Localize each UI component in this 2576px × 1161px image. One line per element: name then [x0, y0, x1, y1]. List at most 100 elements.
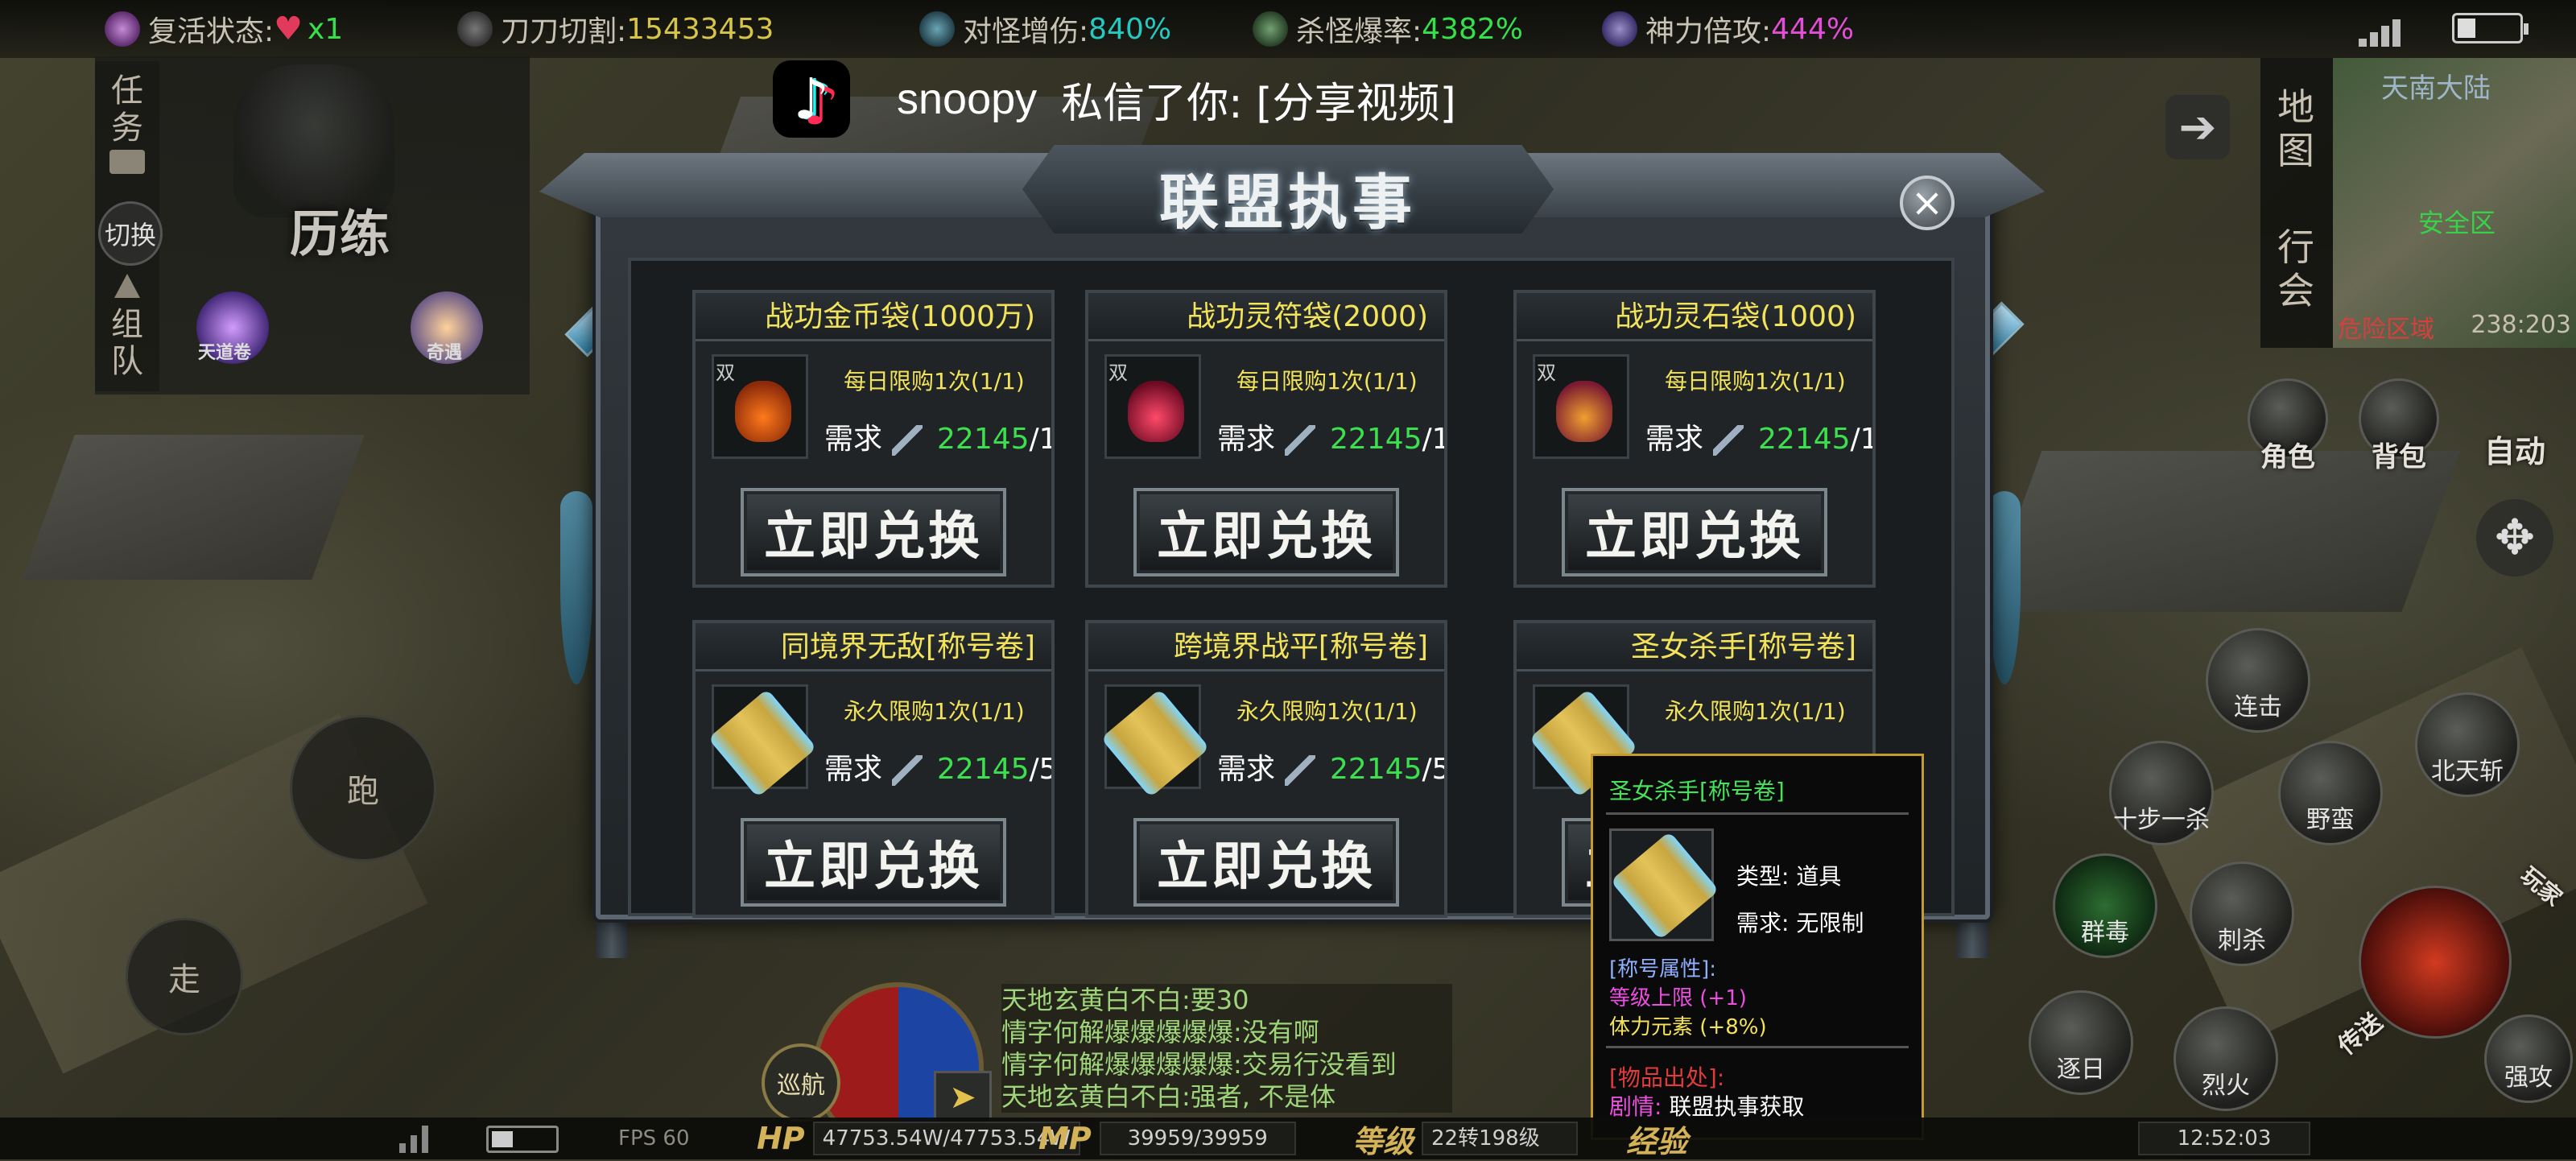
requirement: 需求22145/5000: [1217, 753, 1444, 786]
tooltip-source-header: [物品出处]:: [1609, 1064, 1725, 1091]
purchase-limit: 永久限购1次(1/1): [844, 698, 1025, 725]
card-title: 战功灵符袋(2000): [1088, 293, 1444, 341]
merit-icon: [1285, 425, 1316, 456]
map-button[interactable]: 地图: [2272, 85, 2320, 172]
skill-shibu[interactable]: 十步一杀: [2109, 741, 2214, 845]
scythe-icon: [1253, 11, 1288, 47]
title-scroll-icon: [708, 684, 817, 798]
chat-line: 情字何解爆爆爆爆爆:没有啊: [1001, 1016, 1452, 1048]
exchange-card: 战功金币袋(1000万) 双 每日限购1次(1/1) 需求22145/10 立即…: [692, 290, 1055, 588]
merit-icon: [1713, 425, 1744, 456]
tooltip-requirement: 需求: 无限制: [1736, 910, 1864, 936]
heart-icon: ♥: [274, 10, 303, 48]
switch-button[interactable]: 切换: [98, 201, 163, 266]
skill-zhuri[interactable]: 逐日: [2029, 990, 2133, 1095]
auto-button[interactable]: 自动: [2484, 427, 2545, 471]
battery-icon: [486, 1126, 559, 1153]
requirement: 需求22145/10: [824, 423, 1051, 456]
exchange-button[interactable]: 立即兑换: [741, 488, 1006, 576]
spirit-stone-bag-icon: 双: [1533, 354, 1629, 459]
dragon-icon: [1602, 11, 1637, 47]
run-button[interactable]: 跑: [290, 715, 436, 861]
expand-arrow-button[interactable]: ➔: [2165, 95, 2230, 159]
skill-yeman[interactable]: 野蛮: [2278, 741, 2383, 845]
purchase-limit: 永久限购1次(1/1): [1665, 698, 1846, 725]
exchange-card: 跨境界战平[称号卷] 永久限购1次(1/1) 需求22145/5000 立即兑换: [1085, 620, 1447, 918]
purchase-limit: 永久限购1次(1/1): [1236, 698, 1418, 725]
card-title: 战功金币袋(1000万): [696, 293, 1051, 341]
skill-cisha[interactable]: 刺杀: [2190, 861, 2294, 966]
patrol-button[interactable]: 巡航: [762, 1043, 840, 1122]
exchange-button[interactable]: 立即兑换: [1562, 488, 1827, 576]
clock: 12:52:03: [2138, 1119, 2310, 1158]
merit-icon: [892, 425, 923, 456]
exchange-button[interactable]: 立即兑换: [1133, 818, 1399, 907]
walk-button[interactable]: 走: [126, 918, 243, 1035]
tooltip-attr: 等级上限 (+1): [1609, 986, 1747, 1010]
lotus-icon: [105, 11, 140, 47]
exchange-card: 战功灵石袋(1000) 双 每日限购1次(1/1) 需求22145/100 立即…: [1513, 290, 1876, 588]
guild-button[interactable]: 行会: [2272, 225, 2320, 312]
chat-line: 情字何解爆爆爆爆爆:交易行没看到: [1001, 1048, 1452, 1080]
requirement: 需求22145/100: [1217, 423, 1444, 456]
minimap[interactable]: 天南大陆 安全区 危险区域 238:203: [2333, 58, 2576, 348]
scroll-icon: [109, 150, 145, 174]
title-scroll-icon: [1100, 684, 1210, 798]
card-title: 同境界无敌[称号卷]: [696, 623, 1051, 671]
skill-liehuo[interactable]: 烈火: [2174, 1006, 2278, 1111]
tooltip-attr-header: [称号属性]:: [1609, 957, 1717, 981]
tooltip-attr: 体力元素 (+8%): [1609, 1015, 1767, 1039]
purchase-limit: 每日限购1次(1/1): [1665, 368, 1846, 395]
damage-status: 对怪增伤: 840%: [919, 8, 1171, 50]
sword-icon: [457, 11, 493, 47]
divine-status: 神力倍攻: 444%: [1602, 8, 1854, 50]
talisman-bag-icon: 双: [1104, 354, 1201, 459]
send-arrow-icon[interactable]: ➤: [934, 1071, 992, 1124]
exchange-button[interactable]: 立即兑换: [741, 818, 1006, 907]
skill-beitian[interactable]: 北天斩: [2415, 692, 2520, 797]
skill-lianji[interactable]: 连击: [2206, 628, 2310, 733]
chat-line: 天地玄黄白不白:要30: [1001, 984, 1452, 1016]
crosshair-icon[interactable]: ✥: [2476, 499, 2553, 576]
notification-user: snoopy: [897, 75, 1038, 123]
training-banner: 历练: [290, 205, 390, 263]
tooltip-item-name: 圣女杀手[称号卷]: [1609, 778, 1785, 804]
exp-display: 经验: [1626, 1123, 1688, 1159]
requirement: 需求22145/50: [824, 753, 1051, 786]
tab-quest[interactable]: 任务: [95, 72, 159, 147]
skill-qianggong[interactable]: 强攻: [2484, 1014, 2573, 1103]
exchange-card: 同境界无敌[称号卷] 永久限购1次(1/1) 需求22145/50 立即兑换: [692, 620, 1055, 918]
tassel-right: [1988, 491, 2021, 684]
card-title: 战功灵石袋(1000): [1517, 293, 1872, 341]
exchange-card: 战功灵符袋(2000) 双 每日限购1次(1/1) 需求22145/100 立即…: [1085, 290, 1447, 588]
mp-display: MP 39959/39959: [1038, 1119, 1296, 1158]
revive-status: 复活状态: ♥ x1: [105, 8, 343, 50]
signal-icon: [2359, 14, 2410, 47]
tooltip-type: 类型: 道具: [1736, 863, 1842, 890]
team-icon: [114, 274, 140, 298]
dm-notification[interactable]: ♪ snoopy 私信了你: [分享视频]: [773, 55, 1456, 143]
claw-icon: [919, 11, 955, 47]
hp-display: HP 47753.54W/47753.54W: [757, 1119, 1080, 1158]
chat-line: 天地玄黄白不白:强者, 不是体: [1001, 1080, 1452, 1113]
drop-status: 杀怪爆率: 4382%: [1253, 8, 1523, 50]
chat-log[interactable]: 天地玄黄白不白:要30 情字何解爆爆爆爆爆:没有啊 情字何解爆爆爆爆爆:交易行没…: [1001, 984, 1452, 1113]
attack-button[interactable]: [2359, 886, 2512, 1039]
signal-icon: [399, 1124, 431, 1153]
notification-message: 私信了你: [分享视频]: [1061, 79, 1456, 128]
fps-counter: FPS 60: [618, 1126, 690, 1151]
tiktok-icon: ♪: [773, 60, 850, 138]
card-title: 圣女杀手[称号卷]: [1517, 623, 1872, 671]
card-title: 跨境界战平[称号卷]: [1088, 623, 1444, 671]
merit-icon: [892, 755, 923, 786]
tab-team[interactable]: 组队: [95, 306, 159, 380]
level-display: 等级 22转198级: [1352, 1119, 1579, 1159]
skill-qundu[interactable]: 群毒: [2053, 853, 2157, 958]
purchase-limit: 每日限购1次(1/1): [844, 368, 1025, 395]
title-scroll-icon: [1609, 828, 1719, 941]
cut-status: 刀刀切割: 15433453: [457, 8, 774, 50]
close-button[interactable]: ×: [1900, 176, 1955, 230]
merit-icon: [1285, 755, 1316, 786]
purchase-limit: 每日限购1次(1/1): [1236, 368, 1418, 395]
exchange-button[interactable]: 立即兑换: [1133, 488, 1399, 576]
